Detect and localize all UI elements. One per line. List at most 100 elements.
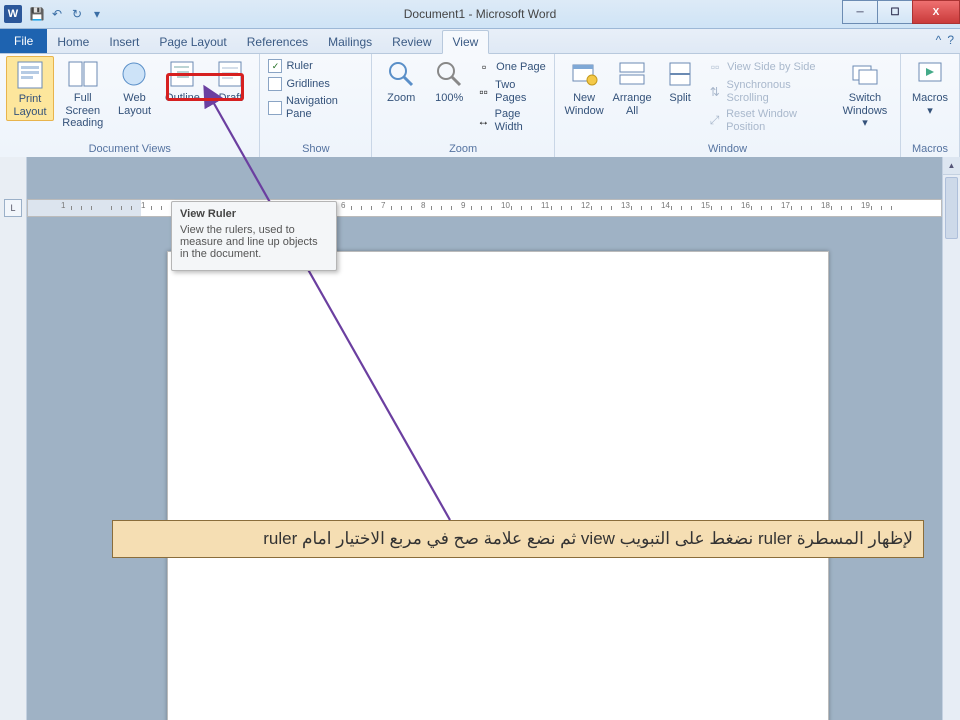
- group-zoom: Zoom 100% ▫ One Page ▫▫Two Pages ↔Page Wi…: [372, 54, 555, 158]
- switch-windows-button[interactable]: Switch Windows ▾: [836, 56, 894, 132]
- annotation-callout: لإظهار المسطرة ruler نضغط على التبويب vi…: [112, 520, 924, 558]
- hundred-percent-button[interactable]: 100%: [426, 56, 472, 107]
- minimize-ribbon-icon[interactable]: ^: [936, 33, 942, 47]
- tab-selector[interactable]: L: [4, 199, 22, 217]
- group-label-window: Window: [561, 141, 894, 158]
- draft-label: Draft: [219, 92, 243, 105]
- group-label-macros: Macros: [907, 141, 953, 158]
- qat-dropdown-icon[interactable]: ▾: [88, 5, 106, 23]
- switch-windows-label: Switch Windows ▾: [840, 92, 890, 130]
- gridlines-label: Gridlines: [286, 78, 329, 91]
- arrange-all-label: Arrange All: [613, 92, 652, 117]
- title-bar: W 💾 ↶ ↻ ▾ Document1 - Microsoft Word ─ ☐…: [0, 0, 960, 29]
- save-icon[interactable]: 💾: [28, 5, 46, 23]
- scroll-thumb[interactable]: [945, 177, 958, 239]
- hundred-icon: [433, 58, 465, 90]
- arrange-all-button[interactable]: Arrange All: [609, 56, 655, 119]
- help-area: ^ ?: [936, 33, 954, 47]
- tab-review[interactable]: Review: [382, 31, 441, 53]
- side-by-side-icon: ▫▫: [707, 59, 723, 75]
- page-width-button[interactable]: ↔Page Width: [474, 107, 548, 134]
- one-page-icon: ▫: [476, 59, 492, 75]
- document-page[interactable]: [167, 251, 829, 720]
- ruler-number: 17: [781, 201, 790, 210]
- outline-icon: [166, 58, 198, 90]
- zoom-icon: [385, 58, 417, 90]
- quick-access-toolbar: W 💾 ↶ ↻ ▾: [0, 5, 106, 23]
- new-window-icon: [568, 58, 600, 90]
- tab-insert[interactable]: Insert: [99, 31, 149, 53]
- draft-button[interactable]: Draft: [207, 56, 253, 107]
- ruler-number: 14: [661, 201, 670, 210]
- gridlines-check-icon: [268, 77, 282, 91]
- scroll-up-icon[interactable]: ▲: [943, 157, 960, 175]
- undo-icon[interactable]: ↶: [48, 5, 66, 23]
- new-window-label: New Window: [565, 92, 604, 117]
- tab-references[interactable]: References: [237, 31, 318, 53]
- group-document-views: Print Layout Full Screen Reading Web Lay…: [0, 54, 260, 158]
- web-layout-icon: [118, 58, 150, 90]
- ruler-number: 1: [61, 201, 65, 210]
- one-page-label: One Page: [496, 61, 546, 74]
- ruler-left-margin: [28, 200, 141, 216]
- ribbon-tabs: File Home Insert Page Layout References …: [0, 29, 960, 54]
- side-by-side-label: View Side by Side: [727, 61, 815, 74]
- macros-label: Macros ▾: [912, 92, 948, 117]
- vertical-ruler-column: L: [0, 157, 27, 720]
- macros-icon: [914, 58, 946, 90]
- document-area: L 112345678910111213141516171819 ▲: [0, 157, 960, 720]
- tooltip-view-ruler: View Ruler View the rulers, used to meas…: [171, 201, 337, 271]
- two-pages-label: Two Pages: [495, 79, 546, 104]
- vertical-scrollbar[interactable]: ▲: [942, 157, 960, 720]
- window-title: Document1 - Microsoft Word: [0, 7, 960, 21]
- ruler-number: 7: [381, 201, 385, 210]
- tab-page-layout[interactable]: Page Layout: [149, 31, 236, 53]
- ruler-number: 9: [461, 201, 465, 210]
- group-window: New Window Arrange All Split ▫▫ View Side…: [555, 54, 901, 158]
- full-screen-reading-button[interactable]: Full Screen Reading: [56, 56, 109, 132]
- ruler-number: 6: [341, 201, 345, 210]
- horizontal-ruler[interactable]: 112345678910111213141516171819: [27, 199, 942, 217]
- tab-mailings[interactable]: Mailings: [318, 31, 382, 53]
- ruler-number: 11: [541, 201, 549, 210]
- new-window-button[interactable]: New Window: [561, 56, 607, 119]
- file-tab[interactable]: File: [0, 29, 47, 53]
- split-label: Split: [669, 92, 690, 105]
- ruler-number: 16: [741, 201, 750, 210]
- group-label-show: Show: [266, 141, 365, 158]
- tab-view[interactable]: View: [442, 30, 490, 54]
- redo-icon[interactable]: ↻: [68, 5, 86, 23]
- close-button[interactable]: X: [912, 0, 960, 24]
- outline-button[interactable]: Outline: [159, 56, 205, 107]
- ruler-checkbox[interactable]: ✓ Ruler: [266, 58, 365, 74]
- print-layout-icon: [14, 59, 46, 91]
- help-icon[interactable]: ?: [947, 33, 954, 47]
- web-layout-label: Web Layout: [118, 92, 151, 117]
- ruler-number: 19: [861, 201, 870, 210]
- maximize-button[interactable]: ☐: [877, 0, 913, 24]
- document-scroll-area[interactable]: 112345678910111213141516171819 ▲: [27, 157, 960, 720]
- split-button[interactable]: Split: [657, 56, 703, 107]
- full-screen-icon: [67, 58, 99, 90]
- group-show: ✓ Ruler Gridlines Navigation Pane Show: [260, 54, 372, 158]
- window-controls: ─ ☐ X: [843, 0, 960, 22]
- word-app-icon[interactable]: W: [4, 5, 22, 23]
- ruler-number: 8: [421, 201, 425, 210]
- gridlines-checkbox[interactable]: Gridlines: [266, 76, 365, 92]
- macros-button[interactable]: Macros ▾: [907, 56, 953, 119]
- minimize-button[interactable]: ─: [842, 0, 878, 24]
- reset-pos-label: Reset Window Position: [726, 108, 832, 133]
- ruler-number: 13: [621, 201, 630, 210]
- navigation-pane-checkbox[interactable]: Navigation Pane: [266, 94, 365, 121]
- print-layout-button[interactable]: Print Layout: [6, 56, 54, 121]
- tab-home[interactable]: Home: [47, 31, 99, 53]
- zoom-button[interactable]: Zoom: [378, 56, 424, 107]
- two-pages-button[interactable]: ▫▫Two Pages: [474, 78, 548, 105]
- ruler-number: 1: [141, 201, 145, 210]
- web-layout-button[interactable]: Web Layout: [111, 56, 157, 119]
- arrange-all-icon: [616, 58, 648, 90]
- one-page-button[interactable]: ▫ One Page: [474, 58, 548, 76]
- navpane-label: Navigation Pane: [286, 95, 363, 120]
- zoom-label: Zoom: [387, 92, 415, 105]
- synchronous-scrolling-button: ⇅Synchronous Scrolling: [705, 78, 834, 105]
